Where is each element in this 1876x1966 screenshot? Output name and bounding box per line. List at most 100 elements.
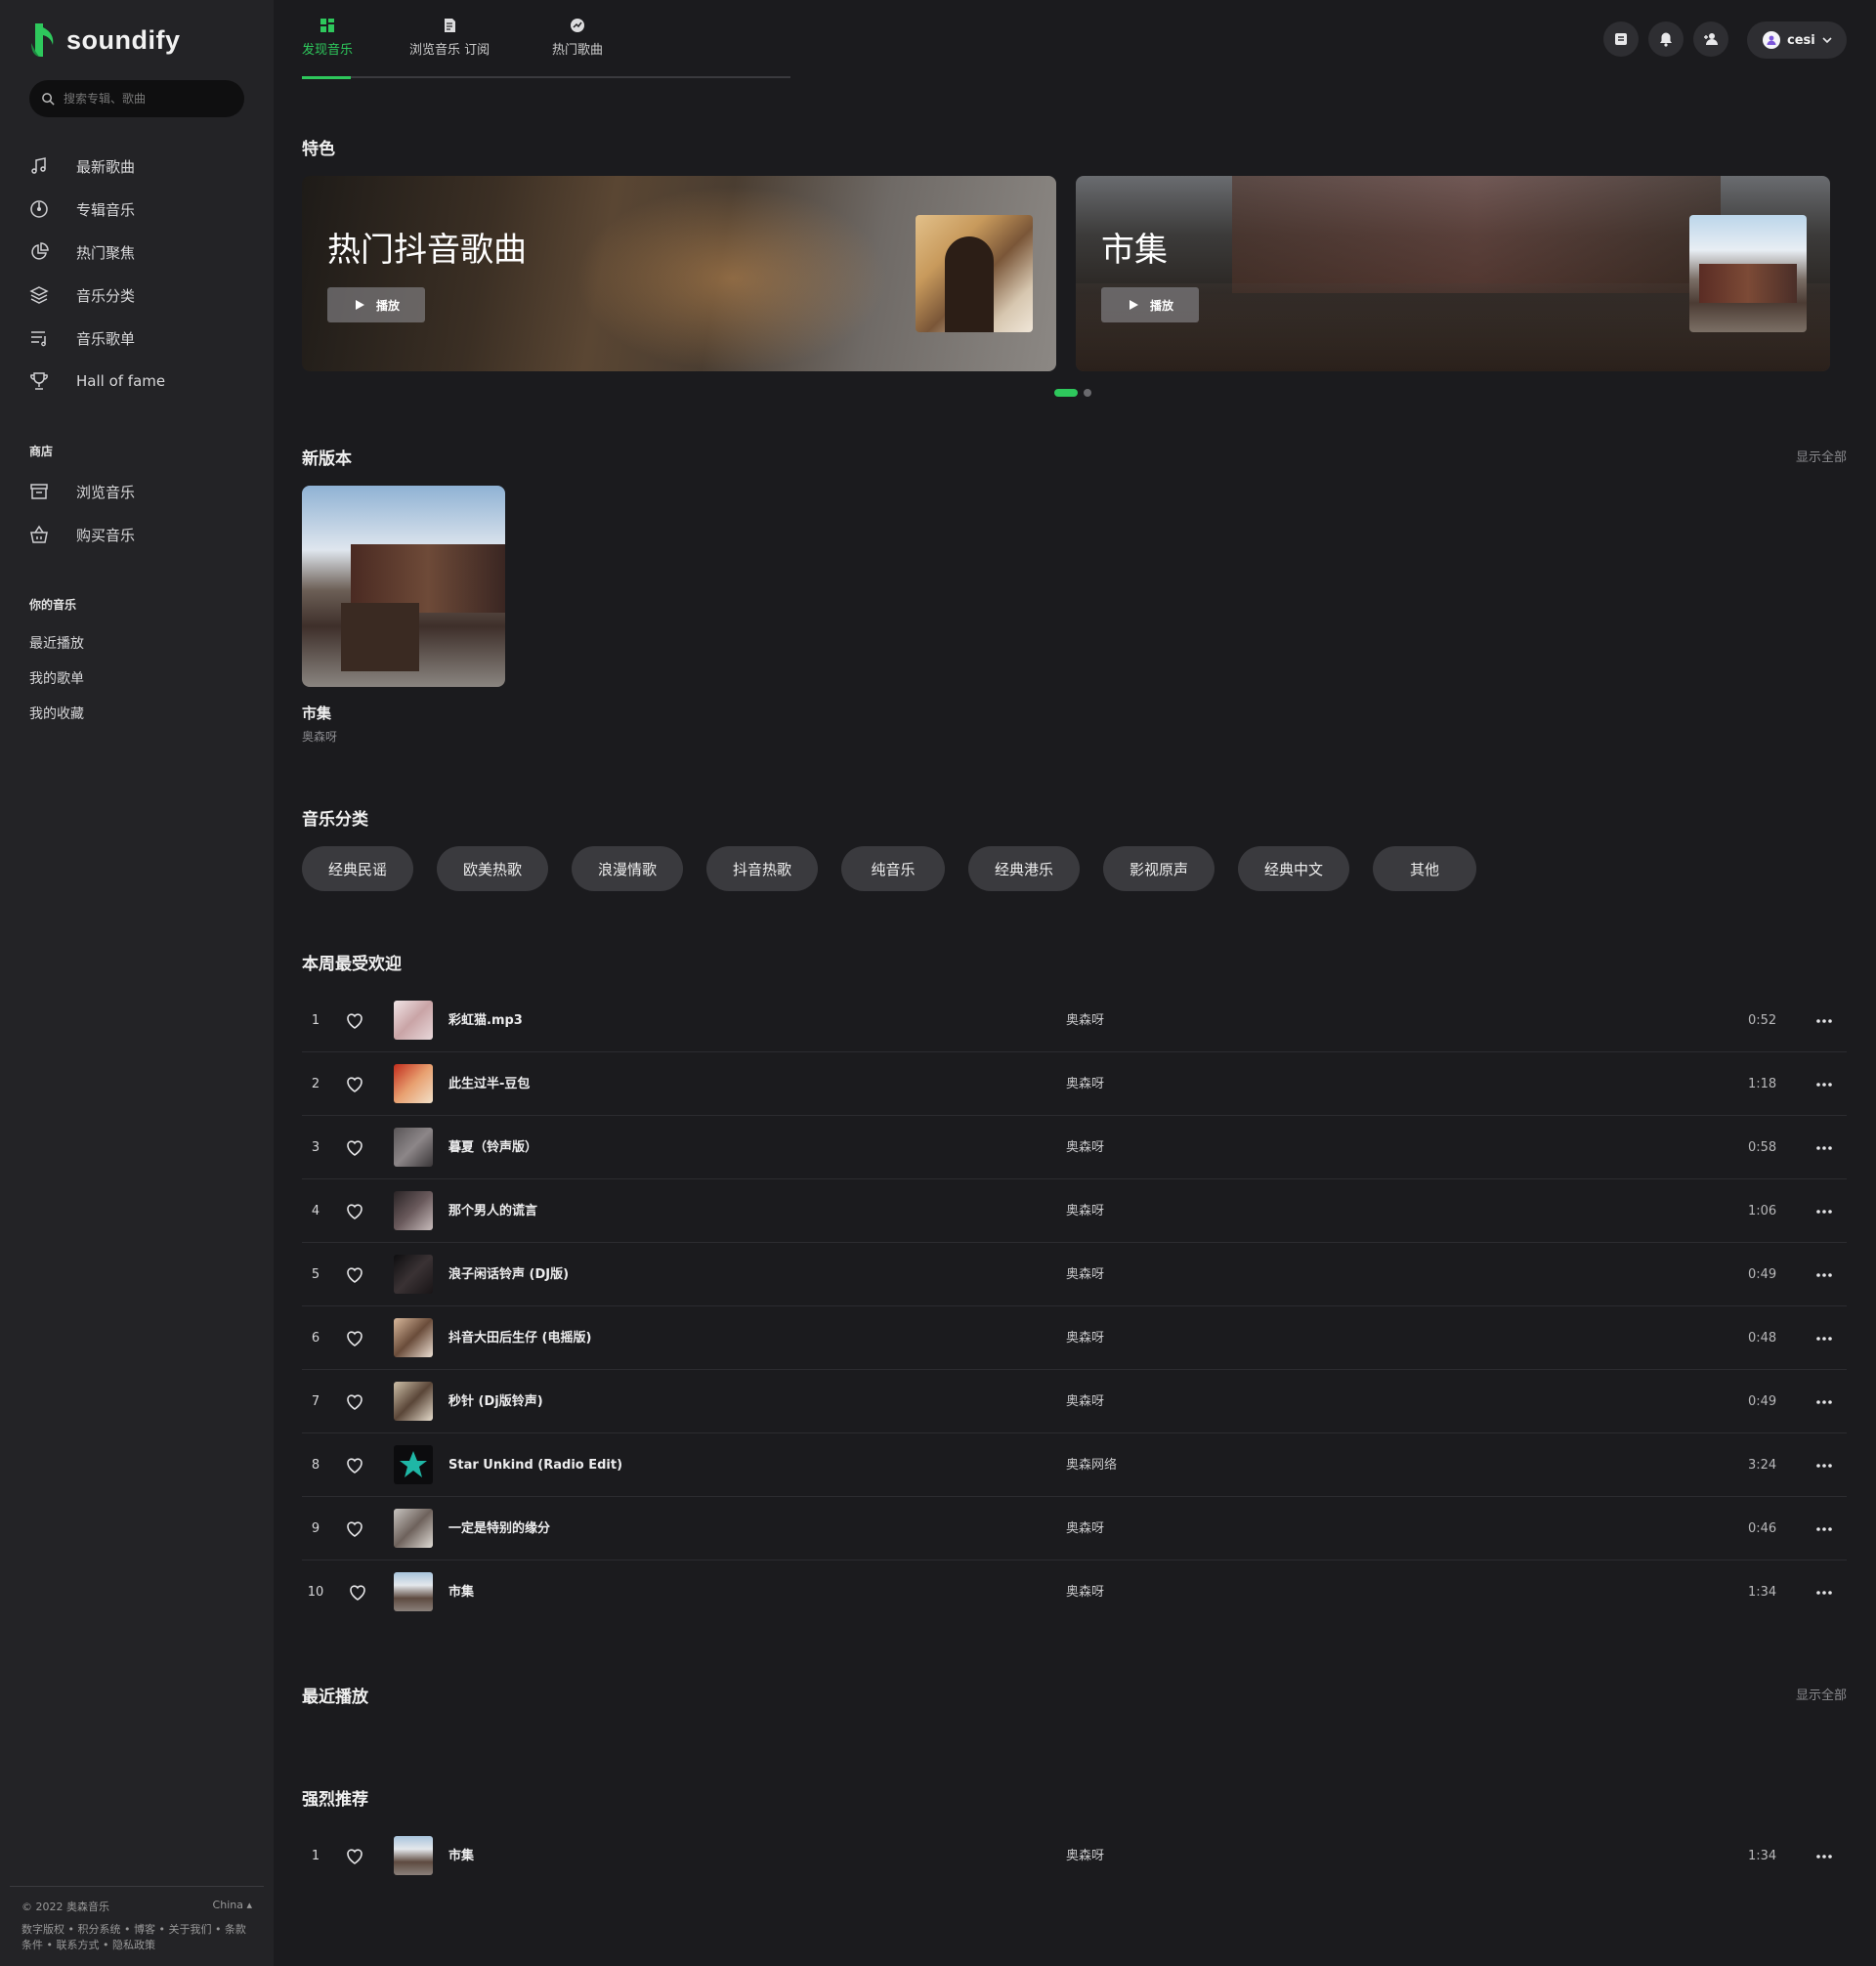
track-row[interactable]: 4 那个男人的谎言 奥森呀 1:06 — [302, 1179, 1847, 1243]
add-friend-button[interactable] — [1693, 21, 1728, 57]
tab-browse-subscribe[interactable]: 浏览音乐 订阅 — [409, 18, 490, 58]
more-options-icon[interactable] — [1814, 1138, 1834, 1158]
nav-item-hall-of-fame[interactable]: Hall of fame — [29, 366, 165, 396]
track-artist[interactable]: 奥森呀 — [1066, 1179, 1104, 1243]
store-icon — [30, 484, 48, 499]
more-options-icon[interactable] — [1814, 1075, 1834, 1094]
nav-item-categories[interactable]: 音乐分类 — [29, 280, 135, 310]
featured-banner-2[interactable]: 市集 播放 — [1076, 176, 1830, 371]
nav-item-hot-focus[interactable]: 热门聚焦 — [29, 237, 135, 267]
track-row[interactable]: 10 市集 奥森呀 1:34 — [302, 1560, 1847, 1624]
tab-discover[interactable]: 发现音乐 — [302, 18, 353, 58]
more-options-icon[interactable] — [1814, 1847, 1834, 1866]
track-number: 1 — [311, 1849, 320, 1863]
track-artist[interactable]: 奥森呀 — [1066, 1243, 1104, 1306]
track-cover-image — [394, 1001, 433, 1040]
playlist-icon — [31, 331, 46, 347]
category-chip[interactable]: 影视原声 — [1103, 846, 1215, 891]
track-duration: 0:48 — [1748, 1331, 1777, 1346]
disc-icon — [30, 200, 48, 218]
receipt-button[interactable] — [1603, 21, 1639, 57]
category-chip[interactable]: 经典民谣 — [302, 846, 413, 891]
more-options-icon[interactable] — [1814, 1456, 1834, 1475]
tab-label: 浏览音乐 订阅 — [409, 43, 490, 58]
search-input[interactable] — [64, 92, 230, 106]
play-button[interactable]: 播放 — [327, 287, 425, 322]
heart-icon[interactable] — [345, 1011, 364, 1031]
track-artist[interactable]: 奥森呀 — [1066, 1497, 1104, 1560]
more-options-icon[interactable] — [1814, 1583, 1834, 1603]
nav-item-latest-songs[interactable]: 最新歌曲 — [29, 151, 135, 181]
recent-show-all[interactable]: 显示全部 — [1796, 1685, 1847, 1703]
heart-icon[interactable] — [345, 1519, 364, 1539]
heart-icon[interactable] — [345, 1075, 364, 1094]
tab-label: 发现音乐 — [302, 43, 354, 58]
category-chip[interactable]: 抖音热歌 — [706, 846, 818, 891]
track-row[interactable]: 1 市集 奥森呀 1:34 — [302, 1824, 1847, 1888]
nav-item-buy-music[interactable]: 购买音乐 — [29, 520, 135, 549]
track-artist[interactable]: 奥森呀 — [1066, 1306, 1104, 1370]
more-options-icon[interactable] — [1814, 1265, 1834, 1285]
star-icon — [400, 1451, 427, 1477]
category-chip[interactable]: 浪漫情歌 — [572, 846, 683, 891]
track-row[interactable]: 7 秒针 (Dj版铃声) 奥森呀 0:49 — [302, 1370, 1847, 1433]
nav-item-albums[interactable]: 专辑音乐 — [29, 194, 135, 224]
track-artist[interactable]: 奥森呀 — [1066, 1370, 1104, 1433]
your-music-my-playlists[interactable]: 我的歌单 — [29, 668, 84, 688]
track-row[interactable]: 5 浪子闲话铃声 (DJ版) 奥森呀 0:49 — [302, 1243, 1847, 1306]
track-title: 秒针 (Dj版铃声) — [448, 1394, 543, 1409]
heart-icon[interactable] — [348, 1583, 367, 1603]
your-music-recent[interactable]: 最近播放 — [29, 633, 84, 653]
tab-hot-songs[interactable]: 热门歌曲 — [552, 18, 603, 58]
track-row[interactable]: 9 一定是特别的缘分 奥森呀 0:46 — [302, 1497, 1847, 1560]
heart-icon[interactable] — [345, 1847, 364, 1866]
more-options-icon[interactable] — [1814, 1011, 1834, 1031]
track-artist[interactable]: 奥森呀 — [1066, 1116, 1104, 1179]
carousel-dot-active[interactable] — [1054, 389, 1078, 397]
footer-links[interactable]: 数字版权 • 积分系统 • 博客 • 关于我们 • 条款条件 • 联系方式 • … — [21, 1922, 256, 1953]
more-options-icon[interactable] — [1814, 1329, 1834, 1348]
track-artist[interactable]: 奥森呀 — [1066, 1824, 1104, 1888]
track-row[interactable]: 8 Star Unkind (Radio Edit) 奥森网络 3:24 — [302, 1433, 1847, 1497]
track-row[interactable]: 2 此生过半-豆包 奥森呀 1:18 — [302, 1052, 1847, 1116]
nav-item-playlists[interactable]: 音乐歌单 — [29, 323, 135, 353]
category-chip[interactable]: 欧美热歌 — [437, 846, 548, 891]
heart-icon[interactable] — [345, 1392, 364, 1412]
category-chip[interactable]: 经典中文 — [1238, 846, 1349, 891]
notifications-button[interactable] — [1648, 21, 1684, 57]
play-button[interactable]: 播放 — [1101, 287, 1199, 322]
nav-item-label: 音乐分类 — [76, 286, 136, 305]
logo[interactable]: soundify — [29, 21, 181, 59]
nav-item-browse-music[interactable]: 浏览音乐 — [29, 477, 135, 506]
track-row[interactable]: 1 彩虹猫.mp3 奥森呀 0:52 — [302, 989, 1847, 1052]
more-options-icon[interactable] — [1814, 1202, 1834, 1221]
heart-icon[interactable] — [345, 1265, 364, 1285]
featured-banner-1[interactable]: 热门抖音歌曲 播放 — [302, 176, 1056, 371]
region-selector[interactable]: China ▴ — [213, 1899, 252, 1914]
your-music-favorites[interactable]: 我的收藏 — [29, 704, 84, 723]
track-artist[interactable]: 奥森呀 — [1066, 1560, 1104, 1624]
play-button-label: 播放 — [376, 298, 401, 313]
more-options-icon[interactable] — [1814, 1519, 1834, 1539]
search-box[interactable] — [29, 80, 244, 117]
track-artist[interactable]: 奥森呀 — [1066, 989, 1104, 1052]
category-chip[interactable]: 其他 — [1373, 846, 1476, 891]
carousel-dot[interactable] — [1084, 389, 1091, 397]
track-row[interactable]: 3 暮夏（铃声版） 奥森呀 0:58 — [302, 1116, 1847, 1179]
album-card[interactable]: 市集 奥森呀 — [302, 486, 505, 745]
nav-item-label: 专辑音乐 — [76, 200, 136, 219]
new-release-show-all[interactable]: 显示全部 — [1796, 447, 1847, 465]
track-duration: 0:49 — [1748, 1394, 1777, 1409]
heart-icon[interactable] — [345, 1329, 364, 1348]
category-chip[interactable]: 经典港乐 — [968, 846, 1080, 891]
track-row[interactable]: 6 抖音大田后生仔 (电摇版) 奥森呀 0:48 — [302, 1306, 1847, 1370]
heart-icon[interactable] — [345, 1456, 364, 1475]
categories-title: 音乐分类 — [302, 810, 368, 830]
track-artist[interactable]: 奥森呀 — [1066, 1052, 1104, 1116]
track-artist[interactable]: 奥森网络 — [1066, 1433, 1117, 1497]
category-chip[interactable]: 纯音乐 — [841, 846, 945, 891]
user-menu-button[interactable]: cesi — [1747, 21, 1847, 59]
heart-icon[interactable] — [345, 1202, 364, 1221]
heart-icon[interactable] — [345, 1138, 364, 1158]
more-options-icon[interactable] — [1814, 1392, 1834, 1412]
